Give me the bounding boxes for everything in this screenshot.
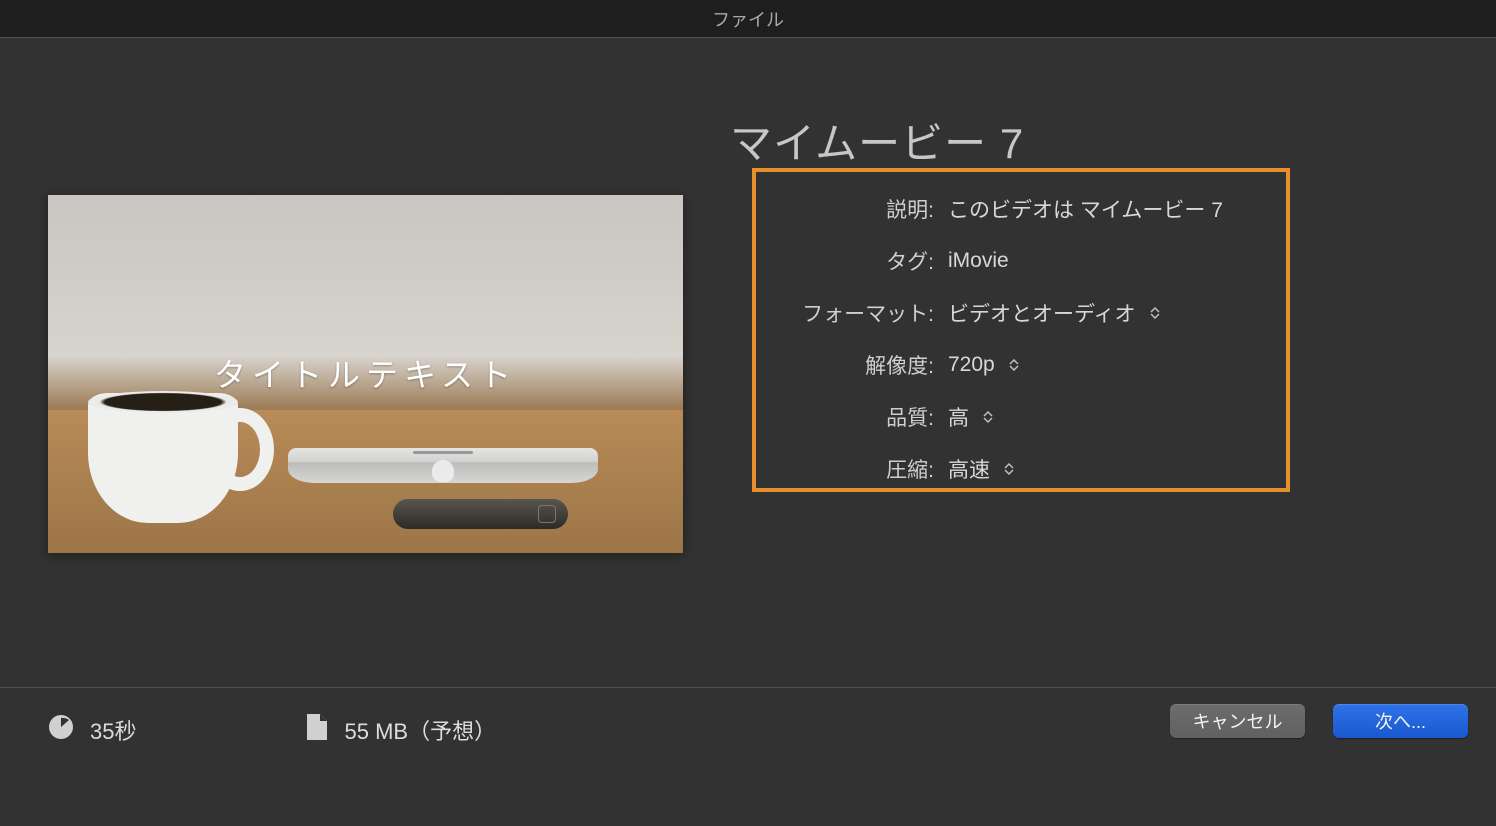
preview-laptop-logo — [432, 460, 454, 482]
updown-icon — [1148, 307, 1160, 319]
label-resolution: 解像度: — [776, 350, 936, 380]
value-tag[interactable]: iMovie — [936, 249, 1009, 273]
footer-separator — [0, 687, 1496, 688]
updown-icon — [981, 411, 993, 423]
filesize-text: 55 MB（予想） — [344, 714, 496, 746]
resolution-dropdown[interactable]: 720p — [936, 353, 1019, 377]
value-description[interactable]: このビデオは マイムービー 7 — [936, 194, 1223, 224]
duration-info: 35秒 — [48, 714, 136, 746]
label-quality: 品質: — [776, 402, 936, 432]
movie-title: マイムービー 7 — [730, 110, 1024, 171]
preview-overlay-text: タイトルテキスト — [48, 350, 683, 396]
clock-icon — [48, 714, 74, 746]
resolution-value: 720p — [948, 353, 995, 377]
button-bar: キャンセル 次へ... — [1170, 704, 1468, 738]
quality-dropdown[interactable]: 高 — [936, 402, 993, 432]
compression-value: 高速 — [948, 454, 990, 484]
preview-cup — [88, 393, 238, 523]
description-text: このビデオは マイムービー 7 — [948, 194, 1223, 224]
tag-text: iMovie — [948, 249, 1009, 273]
label-tag: タグ: — [776, 246, 936, 276]
footer-info: 35秒 55 MB（予想） — [48, 713, 496, 747]
duration-text: 35秒 — [90, 714, 136, 746]
cancel-button[interactable]: キャンセル — [1170, 704, 1305, 738]
row-format: フォーマット: ビデオとオーディオ — [776, 298, 1266, 328]
quality-value: 高 — [948, 402, 969, 432]
video-preview-thumbnail: タイトルテキスト — [48, 195, 683, 553]
row-quality: 品質: 高 — [776, 402, 1266, 432]
preview-laptop — [288, 448, 598, 483]
next-button[interactable]: 次へ... — [1333, 704, 1468, 738]
window-titlebar: ファイル — [0, 0, 1496, 38]
window-title: ファイル — [712, 6, 784, 32]
row-compression: 圧縮: 高速 — [776, 454, 1266, 484]
preview-phone — [393, 499, 568, 529]
document-icon — [306, 713, 328, 747]
format-value: ビデオとオーディオ — [948, 298, 1136, 328]
updown-icon — [1007, 359, 1019, 371]
filesize-info: 55 MB（予想） — [306, 713, 496, 747]
label-description: 説明: — [776, 194, 936, 224]
label-compression: 圧縮: — [776, 454, 936, 484]
export-dialog-content: タイトルテキスト マイムービー 7 説明: このビデオは マイムービー 7 タグ… — [0, 38, 1496, 758]
row-tag: タグ: iMovie — [776, 246, 1266, 276]
label-format: フォーマット: — [776, 298, 936, 328]
format-dropdown[interactable]: ビデオとオーディオ — [936, 298, 1160, 328]
compression-dropdown[interactable]: 高速 — [936, 454, 1014, 484]
updown-icon — [1002, 463, 1014, 475]
row-resolution: 解像度: 720p — [776, 350, 1266, 380]
export-settings-box: 説明: このビデオは マイムービー 7 タグ: iMovie フォーマット: ビ… — [752, 168, 1290, 492]
row-description: 説明: このビデオは マイムービー 7 — [776, 194, 1266, 224]
